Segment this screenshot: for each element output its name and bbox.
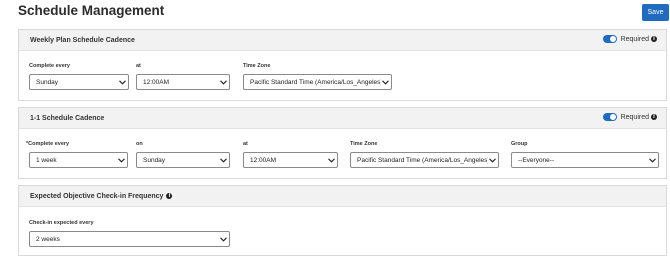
- weekly-plan-header: Weekly Plan Schedule Cadence Required i: [19, 30, 666, 51]
- objective-checkin-label: Check-in expected every: [29, 220, 94, 226]
- chevron-down-icon: [648, 153, 656, 167]
- chevron-down-icon: [219, 75, 227, 89]
- chevron-down-icon: [327, 153, 335, 167]
- one-on-one-on-select[interactable]: Sunday: [136, 152, 230, 168]
- one-on-one-on-value: Sunday: [143, 156, 166, 164]
- one-on-one-timezone-select[interactable]: Pacific Standard Time (America/Los_Angel…: [350, 152, 499, 168]
- objective-checkin-value: 2 weeks: [36, 235, 60, 243]
- one-on-one-on-label: on: [136, 141, 143, 147]
- chevron-down-icon: [118, 75, 126, 89]
- one-on-one-complete-every-value: 1 week: [36, 156, 57, 164]
- one-on-one-timezone-label: Time Zone: [350, 141, 378, 147]
- objective-header: Expected Objective Check-in Frequency i: [19, 186, 666, 207]
- one-on-one-at-label: at: [243, 141, 248, 147]
- weekly-timezone-label: Time Zone: [243, 63, 271, 69]
- weekly-plan-title: Weekly Plan Schedule Cadence: [30, 36, 135, 44]
- weekly-complete-every-value: Sunday: [36, 78, 59, 86]
- save-button[interactable]: Save: [642, 4, 669, 21]
- one-on-one-at-value: 12:00AM: [250, 156, 277, 164]
- one-on-one-at-select[interactable]: 12:00AM: [243, 152, 338, 168]
- chevron-down-icon: [381, 75, 389, 89]
- weekly-timezone-value: Pacific Standard Time (America/Los_Angel…: [250, 78, 381, 86]
- one-on-one-complete-every-label: *Complete every: [26, 141, 70, 147]
- objective-title: Expected Objective Check-in Frequency: [30, 192, 164, 200]
- weekly-complete-every-select[interactable]: Sunday: [29, 74, 129, 90]
- one-on-one-required-toggle[interactable]: [602, 113, 617, 121]
- one-on-one-group-value: --Everyone--: [518, 156, 555, 164]
- chevron-down-icon: [488, 153, 496, 167]
- weekly-timezone-select[interactable]: Pacific Standard Time (America/Los_Angel…: [243, 74, 392, 90]
- chevron-down-icon: [219, 153, 227, 167]
- weekly-required: Required i: [602, 35, 657, 43]
- chevron-down-icon: [117, 153, 125, 167]
- one-on-one-complete-every-select[interactable]: 1 week: [29, 152, 128, 168]
- weekly-at-value: 12:00AM: [143, 78, 170, 86]
- weekly-required-toggle[interactable]: [602, 35, 617, 43]
- weekly-at-label: at: [136, 63, 141, 69]
- page-title: Schedule Management: [18, 3, 165, 18]
- weekly-at-select[interactable]: 12:00AM: [136, 74, 230, 90]
- info-icon[interactable]: i: [651, 36, 657, 42]
- objective-panel: Expected Objective Check-in Frequency i …: [18, 185, 667, 256]
- weekly-complete-every-label: Complete every: [29, 63, 70, 69]
- chevron-down-icon: [219, 232, 227, 246]
- one-on-one-title: 1-1 Schedule Cadence: [30, 114, 105, 122]
- one-on-one-group-select[interactable]: --Everyone--: [511, 152, 659, 168]
- one-on-one-required: Required i: [602, 113, 657, 121]
- weekly-required-label: Required: [620, 35, 649, 43]
- weekly-plan-panel: Weekly Plan Schedule Cadence Required i …: [18, 29, 667, 101]
- one-on-one-group-label: Group: [511, 141, 528, 147]
- one-on-one-panel: 1-1 Schedule Cadence Required i *Complet…: [18, 107, 667, 179]
- info-icon[interactable]: i: [651, 114, 657, 120]
- one-on-one-required-label: Required: [620, 113, 649, 121]
- objective-checkin-select[interactable]: 2 weeks: [29, 231, 230, 247]
- info-icon[interactable]: i: [166, 193, 173, 199]
- one-on-one-header: 1-1 Schedule Cadence Required i: [19, 108, 666, 129]
- one-on-one-timezone-value: Pacific Standard Time (America/Los_Angel…: [357, 156, 488, 164]
